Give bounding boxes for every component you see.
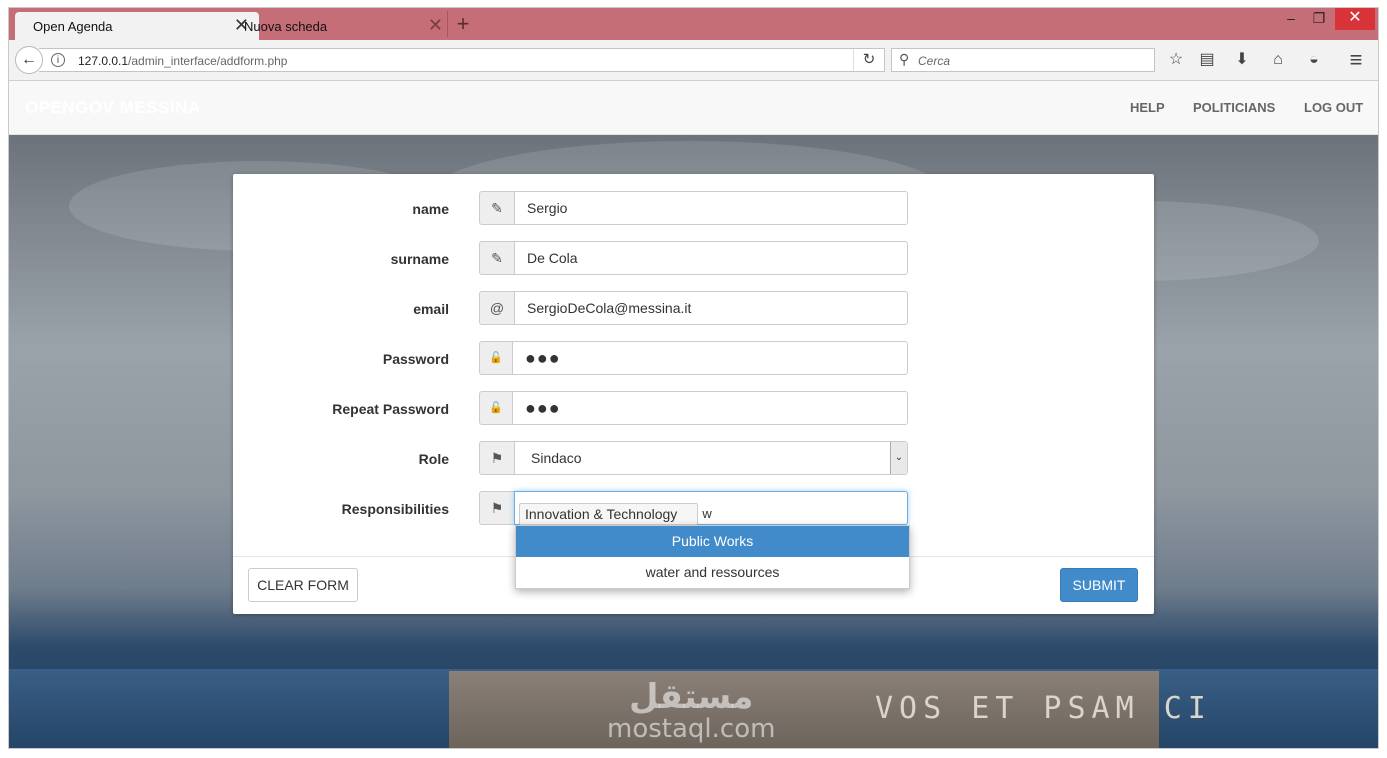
reading-list-icon[interactable]: ▤ (1195, 49, 1219, 71)
lock-icon: 🔓 (479, 341, 513, 375)
name-label: name (412, 201, 449, 217)
browser-toolbar: i 127.0.0.1/admin_interface/addform.php … (9, 40, 1378, 81)
form-row-name: name ✎ Sergio (233, 191, 1154, 227)
chevron-down-icon[interactable]: ⌄ (890, 442, 907, 474)
pencil-icon: ✎ (479, 241, 515, 275)
surname-label: surname (390, 251, 449, 267)
repeat-password-label: Repeat Password (332, 401, 449, 417)
responsibility-tag[interactable]: Innovation & Technology (519, 503, 699, 525)
clear-form-button[interactable]: CLEAR FORM (248, 568, 358, 602)
suggestion-item[interactable]: water and ressources (516, 557, 909, 588)
add-form-card: name ✎ Sergio surname ✎ De Cola email @ … (233, 174, 1154, 614)
responsibilities-label: Responsibilities (341, 501, 449, 517)
home-icon[interactable]: ⌂ (1266, 49, 1290, 71)
watermark-arabic: مستقل (629, 677, 754, 717)
flag-icon: ⚑ (479, 441, 515, 475)
password-field[interactable]: ●●● (512, 341, 908, 375)
form-row-email: email @ SergioDeCola@messina.it (233, 291, 1154, 327)
tab-open-agenda[interactable]: Open Agenda ✕ (15, 12, 259, 40)
surname-field[interactable]: De Cola (514, 241, 908, 275)
form-row-role: Role ⚑ Sindaco ⌄ (233, 441, 1154, 477)
background-inscription: VOS ET PSAM CI (875, 691, 1212, 726)
lock-icon: 🔓 (479, 391, 513, 425)
at-icon: @ (479, 291, 515, 325)
tab-label: Open Agenda (33, 19, 113, 34)
repeat-password-field[interactable]: ●●● (512, 391, 908, 425)
submit-button[interactable]: SUBMIT (1060, 568, 1138, 602)
url-text: 127.0.0.1/admin_interface/addform.php (78, 54, 287, 68)
page-content: VOS ET PSAM CI مستقل mostaql.com OPENGOV… (9, 81, 1378, 748)
watermark-text: mostaql.com (607, 714, 776, 744)
suggestion-item[interactable]: Public Works (516, 526, 909, 557)
info-icon[interactable]: i (51, 53, 65, 67)
maximize-icon[interactable]: ❐ (1305, 8, 1333, 30)
back-button[interactable]: ← (15, 46, 43, 74)
tab-bar: Open Agenda ✕ Nuova scheda ✕ + – ❐ ✕ (9, 8, 1378, 40)
role-select[interactable]: Sindaco ⌄ (514, 441, 908, 475)
role-label: Role (418, 451, 449, 467)
site-brand[interactable]: OPENGOV MESSINA (25, 98, 201, 118)
url-bar[interactable]: i 127.0.0.1/admin_interface/addform.php … (39, 48, 885, 72)
minimize-icon[interactable]: – (1277, 8, 1305, 30)
reload-icon[interactable]: ↻ (853, 49, 884, 71)
pocket-icon[interactable]: ◒ (1302, 49, 1326, 71)
form-row-responsibilities: Responsibilities ⚑ Innovation & Technolo… (233, 491, 1154, 527)
suggestion-dropdown: Public Works water and ressources (515, 525, 910, 589)
download-icon[interactable]: ⬇ (1230, 49, 1254, 71)
pencil-icon: ✎ (479, 191, 515, 225)
nav-politicians[interactable]: POLITICIANS (1193, 100, 1275, 115)
search-placeholder: Cerca (918, 54, 951, 68)
name-field[interactable]: Sergio (514, 191, 908, 225)
form-row-surname: surname ✎ De Cola (233, 241, 1154, 277)
form-row-repeat-password: Repeat Password 🔓 ●●● (233, 391, 1154, 427)
nav-help[interactable]: HELP (1130, 100, 1165, 115)
flag-icon: ⚑ (479, 491, 515, 525)
new-tab-button[interactable]: + (447, 11, 478, 37)
close-tab-icon[interactable]: ✕ (428, 16, 443, 34)
watermark-logo: مستقل mostaql.com (607, 679, 775, 743)
tab-label: Nuova scheda (244, 19, 328, 34)
email-label: email (413, 301, 449, 317)
responsibilities-tag-input[interactable]: Innovation & Technology w (514, 491, 908, 525)
site-header: OPENGOV MESSINA HELP POLITICIANS LOG OUT (9, 81, 1378, 135)
browser-window: Open Agenda ✕ Nuova scheda ✕ + – ❐ ✕ i 1… (9, 8, 1378, 748)
form-row-password: Password 🔓 ●●● (233, 341, 1154, 377)
bookmark-star-icon[interactable]: ☆ (1164, 49, 1188, 71)
nav-log-out[interactable]: LOG OUT (1304, 100, 1363, 115)
url-path: /admin_interface/addform.php (128, 54, 288, 68)
url-host: 127.0.0.1 (78, 54, 129, 68)
window-close-icon[interactable]: ✕ (1335, 8, 1375, 30)
search-input[interactable]: ⚲ Cerca (891, 48, 1155, 72)
search-icon: ⚲ (899, 51, 910, 67)
password-label: Password (382, 351, 449, 367)
role-selected-value: Sindaco (531, 450, 582, 466)
email-field[interactable]: SergioDeCola@messina.it (514, 291, 908, 325)
menu-icon[interactable]: ≡ (1344, 49, 1368, 71)
tab-nuova-scheda[interactable]: Nuova scheda ✕ (241, 12, 443, 40)
